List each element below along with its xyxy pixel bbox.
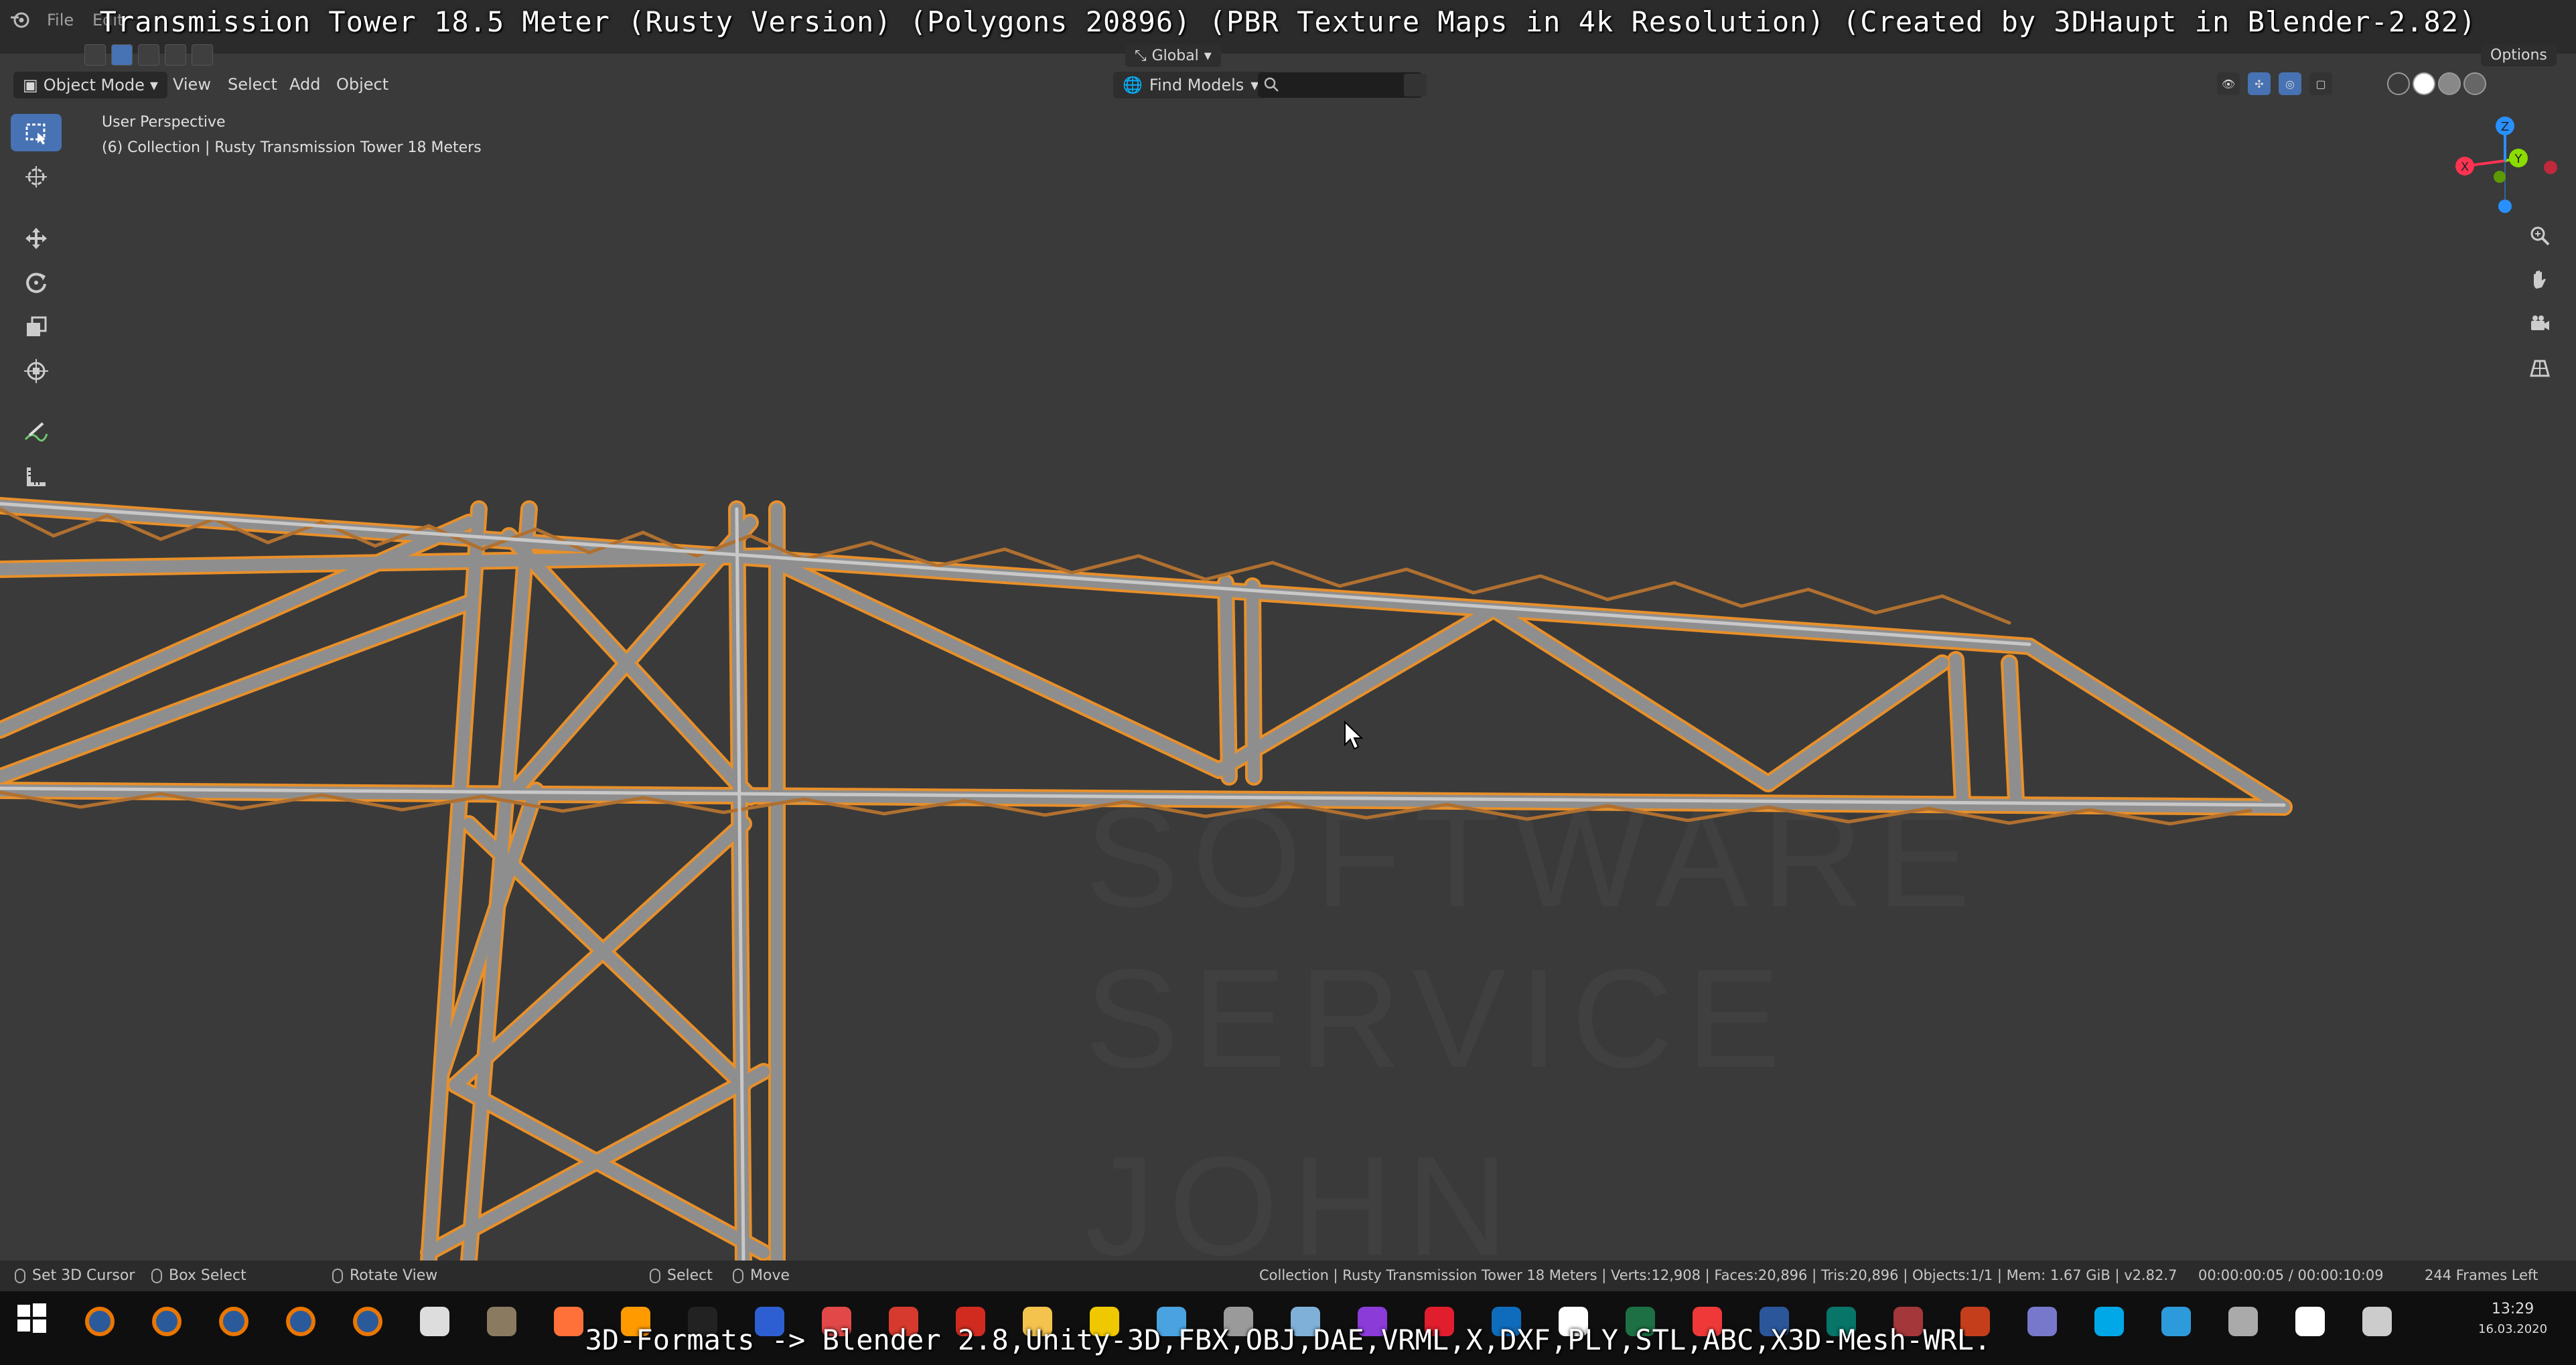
- right-mouse-icon: [650, 1268, 660, 1283]
- zoom-icon[interactable]: [2525, 221, 2555, 250]
- move-label: Move: [750, 1267, 790, 1284]
- box-select-label: Box Select: [169, 1267, 246, 1284]
- left-mouse-icon: [15, 1268, 25, 1283]
- camera-view-icon[interactable]: [2525, 309, 2555, 339]
- status-rotate-view: Rotate View: [332, 1267, 437, 1284]
- collection-label: (6) Collection | Rusty Transmission Towe…: [102, 139, 482, 156]
- status-set-cursor: Set 3D Cursor: [15, 1267, 135, 1284]
- move-mouse-icon: [733, 1268, 743, 1283]
- status-move: Move: [733, 1267, 790, 1284]
- status-bar: Set 3D Cursor Box Select Rotate View Sel…: [0, 1261, 2576, 1291]
- navigation-gizmo[interactable]: X Y Z: [2438, 114, 2559, 221]
- transform-tool-icon[interactable]: [11, 352, 62, 390]
- status-select: Select: [650, 1267, 713, 1284]
- select-label: Select: [667, 1267, 713, 1284]
- formats-banner: 3D-Formats -> Blender 2.8,Unity-3D,FBX,O…: [585, 1323, 1991, 1356]
- status-box-select: Box Select: [151, 1267, 246, 1284]
- gizmo-y-label: Y: [2514, 152, 2523, 166]
- move-tool-icon[interactable]: [11, 220, 62, 257]
- viewport-nav-buttons: [2525, 221, 2555, 383]
- rotate-view-label: Rotate View: [350, 1267, 438, 1284]
- rotate-tool-icon[interactable]: [11, 264, 62, 301]
- clock-time: 13:29: [2491, 1301, 2534, 1317]
- ortho-grid-icon[interactable]: [2525, 354, 2555, 383]
- transmission-tower-model[interactable]: [0, 0, 2576, 1261]
- set-cursor-label: Set 3D Cursor: [32, 1267, 135, 1284]
- scale-tool-icon[interactable]: [11, 308, 62, 346]
- gizmo-z-label: Z: [2501, 120, 2509, 134]
- mouse-cursor-icon: [1344, 721, 1364, 750]
- gizmo-x-label: X: [2461, 160, 2469, 174]
- cursor-tool-icon[interactable]: [11, 158, 62, 196]
- measure-tool-icon[interactable]: [11, 458, 62, 496]
- perspective-label: User Perspective: [102, 114, 226, 131]
- frames-left: 244 Frames Left: [2425, 1267, 2538, 1283]
- middle-mouse-icon: [332, 1268, 343, 1283]
- scene-stats: Collection | Rusty Transmission Tower 18…: [1259, 1267, 2177, 1283]
- select-box-tool-icon[interactable]: [11, 114, 62, 151]
- drag-mouse-icon: [151, 1268, 162, 1283]
- timecode: 00:00:00:05 / 00:00:10:09: [2198, 1267, 2384, 1283]
- annotate-tool-icon[interactable]: [11, 414, 62, 451]
- pan-hand-icon[interactable]: [2525, 265, 2555, 295]
- tool-shelf: [11, 114, 62, 496]
